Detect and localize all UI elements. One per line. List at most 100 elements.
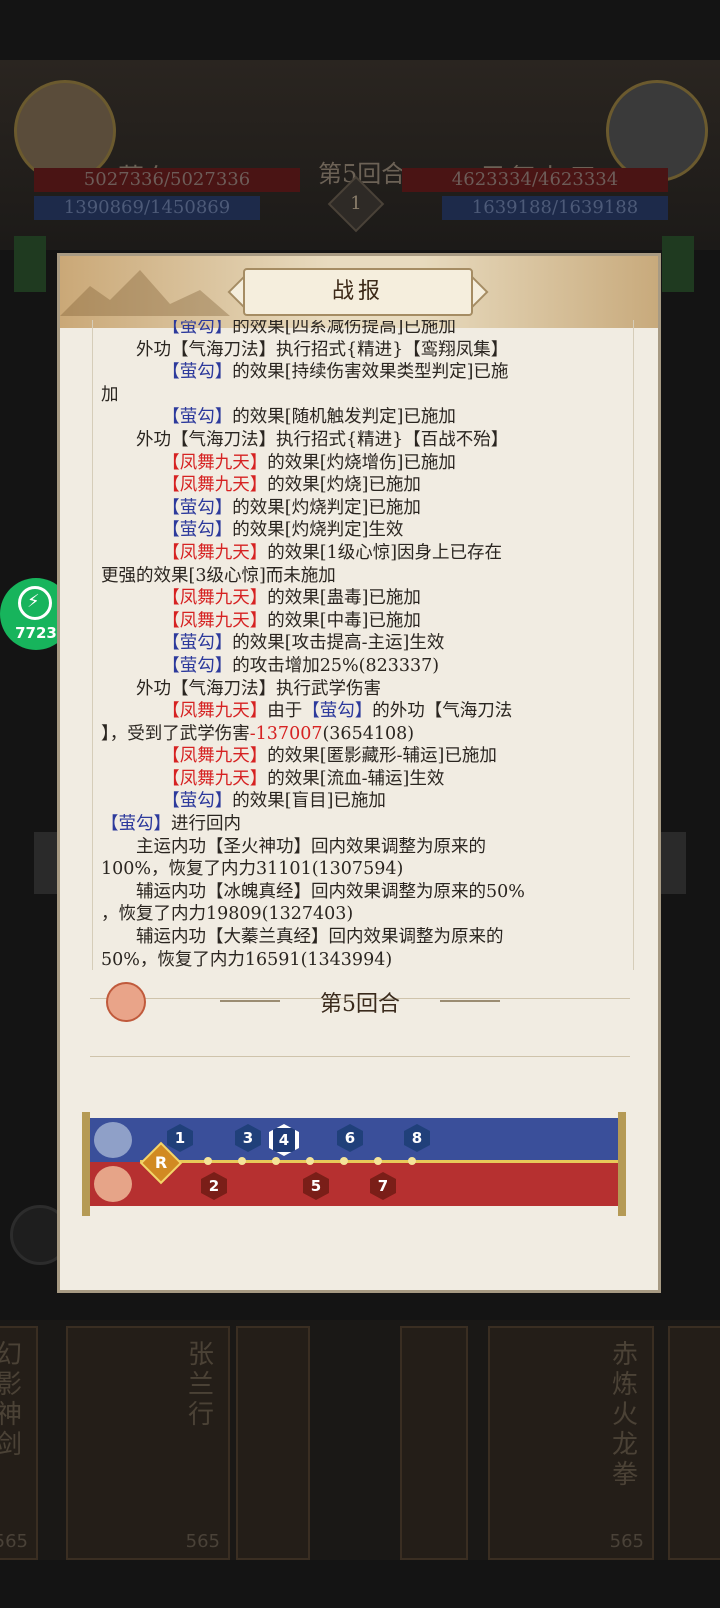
timeline-dot bbox=[204, 1157, 212, 1165]
log-line: 辅运内功【冰魄真经】回内效果调整为原来的50% bbox=[101, 881, 611, 904]
log-text: 50%，恢复了内力16591(1343994) bbox=[101, 949, 393, 970]
log-text: 外功【气海刀法】执行武学伤害 bbox=[101, 678, 381, 699]
target-bolt-icon bbox=[18, 586, 52, 620]
round-portrait-icon bbox=[106, 982, 146, 1022]
turn-order-timeline: R 13468257 bbox=[80, 1112, 636, 1216]
dialog-title: 战报 bbox=[243, 268, 473, 316]
log-text: 进行回内 bbox=[171, 814, 241, 835]
log-text: 的效果[攻击提高-主运]生效 bbox=[232, 633, 445, 654]
log-line: 更强的效果[3级心惊]而未施加 bbox=[101, 565, 611, 588]
log-line: 主运内功【圣火神功】回内效果调整为原来的 bbox=[101, 836, 611, 859]
log-line: 【萤勾】的效果[攻击提高-主运]生效 bbox=[101, 632, 611, 655]
character-name: 【萤勾】 bbox=[101, 320, 233, 337]
timeline-dot bbox=[374, 1157, 382, 1165]
log-text: 的效果[中毒]已施加 bbox=[267, 610, 421, 631]
log-text: 的效果[盲目]已施加 bbox=[232, 791, 386, 812]
log-line: 【萤勾】的效果[随机触发判定]已施加 bbox=[101, 406, 611, 429]
log-line: 外功【气海刀法】执行招式{精进}【百战不殆】 bbox=[101, 429, 611, 452]
log-text: 的效果[匿影藏形-辅运]已施加 bbox=[267, 746, 497, 767]
character-name: 【凤舞九天】 bbox=[101, 588, 268, 609]
log-text: 辅运内功【冰魄真经】回内效果调整为原来的50% bbox=[101, 881, 525, 902]
right-status-tab bbox=[662, 236, 694, 292]
log-line: 外功【气海刀法】执行招式{精进}【鸾翔凤集】 bbox=[101, 339, 611, 362]
log-line: 】，受到了武学伤害-137007(3654108) bbox=[101, 723, 611, 746]
character-name: 【萤勾】 bbox=[101, 814, 171, 835]
log-text: 的效果[1级心惊]因身上已存在 bbox=[267, 542, 503, 563]
left-hp-bar: 5027336/5027336 bbox=[34, 168, 300, 192]
log-line: 辅运内功【大蓁兰真经】回内效果调整为原来的 bbox=[101, 926, 611, 949]
log-text: 的效果[灼烧增伤]已施加 bbox=[267, 452, 456, 473]
skill-card[interactable] bbox=[400, 1326, 468, 1560]
log-line: 【萤勾】的效果[持续伤害效果类型判定]已施 bbox=[101, 361, 611, 384]
enemy-portrait-icon bbox=[94, 1166, 132, 1202]
timeline-dot bbox=[306, 1157, 314, 1165]
log-line: 加 bbox=[101, 384, 611, 407]
log-text: 加 bbox=[101, 384, 119, 405]
log-line: 【萤勾】的效果[四系减伤提高]已施加 bbox=[101, 320, 611, 339]
character-name: 【萤勾】 bbox=[101, 497, 233, 518]
skill-card[interactable]: 幻影神剑 565 bbox=[0, 1326, 38, 1560]
timeline-dot bbox=[272, 1157, 280, 1165]
character-name: 【凤舞九天】 bbox=[101, 746, 268, 767]
character-name: 【萤勾】 bbox=[101, 791, 233, 812]
log-line: 【萤勾】的攻击增加25%(823337) bbox=[101, 655, 611, 678]
skill-card[interactable]: 赤炼火龙拳 565 bbox=[488, 1326, 654, 1560]
log-text: 主运内功【圣火神功】回内效果调整为原来的 bbox=[101, 836, 486, 857]
log-text: ，恢复了内力19809(1327403) bbox=[101, 904, 354, 925]
skill-card[interactable] bbox=[668, 1326, 720, 1560]
divider bbox=[90, 1056, 630, 1057]
log-line: 【萤勾】的效果[盲目]已施加 bbox=[101, 790, 611, 813]
battle-log[interactable]: 【萤勾】的效果[四系减伤提高]已施加 外功【气海刀法】执行招式{精进}【鸾翔凤集… bbox=[92, 320, 634, 970]
timeline-dot bbox=[408, 1157, 416, 1165]
log-line: 外功【气海刀法】执行武学伤害 bbox=[101, 678, 611, 701]
left-player-avatar bbox=[14, 80, 116, 182]
log-text: 的效果[灼烧判定]已施加 bbox=[232, 497, 421, 518]
character-name: 【凤舞九天】 bbox=[101, 768, 268, 789]
character-name: 【凤舞九天】 bbox=[101, 701, 268, 722]
character-name: 【萤勾】 bbox=[101, 655, 233, 676]
log-line: 【萤勾】进行回内 bbox=[101, 813, 611, 836]
battle-log-content: 【萤勾】的效果[四系减伤提高]已施加 外功【气海刀法】执行招式{精进}【鸾翔凤集… bbox=[93, 320, 611, 970]
log-text: 的效果[持续伤害效果类型判定]已施 bbox=[232, 362, 509, 383]
log-line: 【凤舞九天】的效果[灼烧]已施加 bbox=[101, 474, 611, 497]
log-text: 的效果[随机触发判定]已施加 bbox=[232, 407, 456, 428]
round-separator: 第5回合 bbox=[90, 974, 630, 1032]
log-text: 外功【气海刀法】执行招式{精进}【百战不殆】 bbox=[101, 429, 509, 450]
log-text: 的攻击增加25%(823337) bbox=[232, 655, 440, 676]
character-name: 【凤舞九天】 bbox=[101, 542, 268, 563]
right-mp-bar: 1639188/1639188 bbox=[442, 196, 668, 220]
log-text: 】，受到了武学伤害 bbox=[101, 723, 250, 744]
character-name: 【萤勾】 bbox=[101, 520, 233, 541]
log-text: 的效果[流血-辅运]生效 bbox=[267, 768, 445, 789]
right-player-avatar bbox=[606, 80, 708, 182]
player-portrait-icon bbox=[94, 1122, 132, 1158]
log-text: 更强的效果[3级心惊]而未施加 bbox=[101, 565, 336, 586]
log-line: 【萤勾】的效果[灼烧判定]已施加 bbox=[101, 497, 611, 520]
log-line: 【凤舞九天】的效果[蛊毒]已施加 bbox=[101, 587, 611, 610]
log-line: 【凤舞九天】的效果[灼烧增伤]已施加 bbox=[101, 452, 611, 475]
log-line: 【凤舞九天】的效果[流血-辅运]生效 bbox=[101, 768, 611, 791]
log-text: 100%，恢复了内力31101(1307594) bbox=[101, 859, 404, 880]
character-name: 【凤舞九天】 bbox=[101, 452, 268, 473]
log-line: 【凤舞九天】的效果[1级心惊]因身上已存在 bbox=[101, 542, 611, 565]
timeline-dot bbox=[238, 1157, 246, 1165]
scroll-rod bbox=[618, 1112, 626, 1216]
skill-card[interactable] bbox=[236, 1326, 310, 1560]
character-name: -137007 bbox=[249, 723, 323, 744]
log-line: 50%，恢复了内力16591(1343994) bbox=[101, 949, 611, 970]
left-status-tab bbox=[14, 236, 46, 292]
timeline-dot bbox=[340, 1157, 348, 1165]
skill-card-row: 幻影神剑 565 张兰行 565 赤炼火龙拳 565 bbox=[0, 1320, 720, 1560]
log-text: 的效果[蛊毒]已施加 bbox=[267, 588, 421, 609]
divider bbox=[440, 1000, 500, 1002]
divider bbox=[220, 1000, 280, 1002]
character-name: 【萤勾】 bbox=[101, 407, 233, 428]
right-side-strip bbox=[660, 832, 686, 894]
log-line: 【凤舞九天】的效果[中毒]已施加 bbox=[101, 610, 611, 633]
log-text: 辅运内功【大蓁兰真经】回内效果调整为原来的 bbox=[101, 927, 504, 948]
right-hp-bar: 4623334/4623334 bbox=[402, 168, 668, 192]
log-text: 的效果[灼烧判定]生效 bbox=[232, 520, 404, 541]
log-line: 【萤勾】的效果[灼烧判定]生效 bbox=[101, 519, 611, 542]
log-line: 【凤舞九天】由于【萤勾】的外功【气海刀法 bbox=[101, 700, 611, 723]
skill-card[interactable]: 张兰行 565 bbox=[66, 1326, 230, 1560]
